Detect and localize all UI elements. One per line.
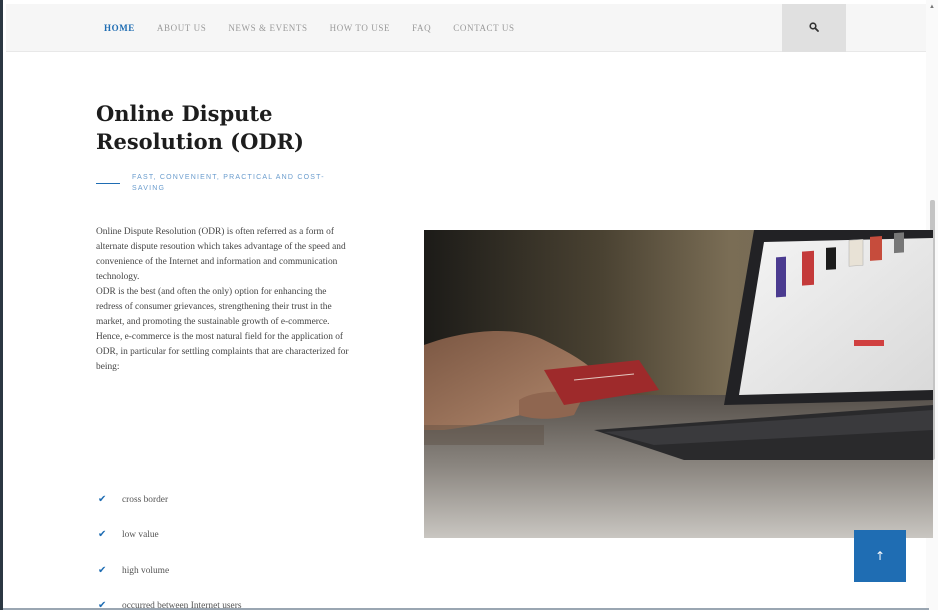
browser-viewport: HOME ABOUT US NEWS & EVENTS HOW TO USE F… <box>0 0 938 610</box>
nav-item-how-to-use[interactable]: HOW TO USE <box>330 23 391 33</box>
characteristics-list: ✔ cross border ✔ low value ✔ high volume… <box>98 482 358 610</box>
intro-paragraph-2: ODR is the best (and often the only) opt… <box>96 287 349 372</box>
back-to-top-button[interactable]: ↑ <box>854 530 906 582</box>
list-item: ✔ occurred between Internet users <box>98 589 358 610</box>
arrow-up-icon: ↑ <box>874 549 886 563</box>
page-subtitle: FAST, CONVENIENT, PRACTICAL AND COST-SAV… <box>132 174 325 192</box>
checkmark-icon: ✔ <box>98 493 107 505</box>
list-item: ✔ cross border <box>98 482 358 518</box>
list-item: ✔ high volume <box>98 553 358 589</box>
nav-item-home[interactable]: HOME <box>104 23 135 33</box>
subtitle-row: FAST, CONVENIENT, PRACTICAL AND COST-SAV… <box>96 172 356 194</box>
list-item-label: high volume <box>122 565 170 576</box>
list-item-label: low value <box>122 530 159 541</box>
checkmark-icon: ✔ <box>98 564 107 576</box>
intro-paragraph-1: Online Dispute Resolution (ODR) is often… <box>96 227 346 282</box>
nav-item-news-events[interactable]: NEWS & EVENTS <box>228 23 307 33</box>
list-item-label: cross border <box>122 494 169 505</box>
top-navbar: HOME ABOUT US NEWS & EVENTS HOW TO USE F… <box>6 4 926 52</box>
checkmark-icon: ✔ <box>98 529 107 541</box>
search-button[interactable] <box>782 4 846 52</box>
page-title: Online Dispute Resolution (ODR) <box>96 101 304 154</box>
list-item: ✔ low value <box>98 518 358 554</box>
nav-item-contact-us[interactable]: CONTACT US <box>453 23 514 33</box>
nav-item-faq[interactable]: FAQ <box>412 23 431 33</box>
intro-text: Online Dispute Resolution (ODR) is often… <box>96 225 351 375</box>
nav-links: HOME ABOUT US NEWS & EVENTS HOW TO USE F… <box>104 4 537 52</box>
subtitle-divider <box>96 183 120 184</box>
search-icon <box>809 19 819 37</box>
scroll-up-arrow-icon[interactable]: ▲ <box>929 4 935 10</box>
nav-item-about-us[interactable]: ABOUT US <box>157 23 206 33</box>
hero-image-online-shopping <box>424 230 933 538</box>
